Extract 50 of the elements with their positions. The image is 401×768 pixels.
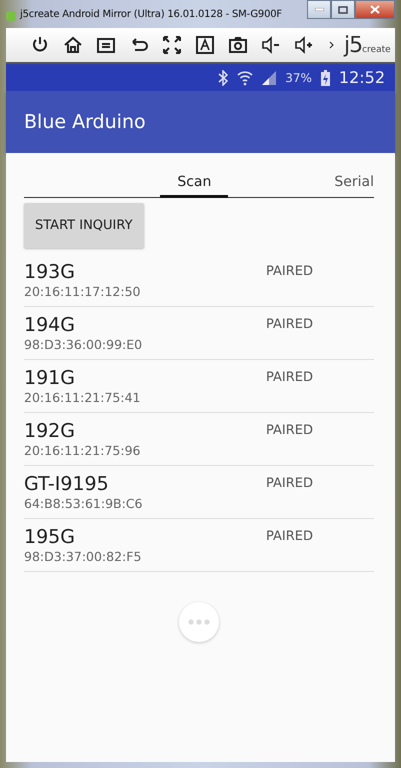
device-address: 20:16:11:17:12:50 xyxy=(24,284,142,299)
device-name: 192G xyxy=(24,420,76,442)
device-row[interactable]: 194G 98:D3:36:00:99:E0 PAIRED xyxy=(24,307,374,360)
wifi-icon xyxy=(237,70,254,86)
window-title: j5create Android Mirror (Ultra) 16.01.0128 - SM-G900F xyxy=(20,8,283,20)
pairing-status: PAIRED xyxy=(266,422,314,440)
device-row[interactable]: 192G 20:16:11:21:75:96 PAIRED xyxy=(24,413,374,466)
device-row[interactable]: 195G 98:D3:37:00:82:F5 PAIRED xyxy=(24,519,374,572)
device-row[interactable]: GT-I9195 64:B8:53:61:9B:C6 PAIRED xyxy=(24,466,374,519)
home-icon[interactable] xyxy=(63,35,83,55)
pairing-status: PAIRED xyxy=(266,316,314,334)
tab[interactable]: Scan xyxy=(160,173,228,198)
pairing-status: PAIRED xyxy=(266,263,314,281)
menu-icon[interactable] xyxy=(96,35,116,55)
app-title: Blue Arduino xyxy=(24,111,146,133)
device-name: 193G xyxy=(24,261,76,283)
tab[interactable]: Serial xyxy=(334,173,374,198)
start-inquiry-button[interactable]: START INQUIRY xyxy=(24,203,144,248)
device-address: 98:D3:37:00:82:F5 xyxy=(24,549,142,564)
keyboard-letter-icon[interactable] xyxy=(195,35,215,55)
bluetooth-icon xyxy=(218,70,228,86)
close-icon xyxy=(370,5,380,14)
pairing-status: PAIRED xyxy=(266,528,314,546)
fullscreen-icon[interactable] xyxy=(162,35,182,55)
maximize-icon xyxy=(338,6,348,14)
maximize-button[interactable] xyxy=(331,0,355,19)
device-row[interactable]: 193G 20:16:11:17:12:50 PAIRED xyxy=(24,254,374,307)
pairing-status: PAIRED xyxy=(266,475,314,493)
battery-percentage: 37% xyxy=(285,70,312,84)
logo: j5create xyxy=(344,32,391,58)
device-name: GT-I9195 xyxy=(24,473,110,495)
device-address: 64:B8:53:61:9B:C6 xyxy=(24,496,144,511)
device-address: 20:16:11:21:75:96 xyxy=(24,443,142,458)
minimize-icon xyxy=(314,8,324,11)
camera-icon[interactable] xyxy=(228,35,248,55)
minimize-button[interactable] xyxy=(307,0,331,19)
signal-icon xyxy=(262,70,276,84)
device-row[interactable]: 191G 20:16:11:21:75:41 PAIRED xyxy=(24,360,374,413)
device-name: 195G xyxy=(24,526,76,548)
pairing-status: PAIRED xyxy=(266,369,314,387)
device-name: 194G xyxy=(24,314,76,336)
more-icon xyxy=(188,619,210,625)
volume-up-icon[interactable] xyxy=(294,35,314,55)
device-address: 20:16:11:21:75:41 xyxy=(24,390,142,405)
device-name: 191G xyxy=(24,367,76,389)
status-time: 12:52 xyxy=(338,68,385,87)
close-button[interactable] xyxy=(355,0,395,19)
device-address: 98:D3:36:00:99:E0 xyxy=(24,337,144,352)
volume-down-icon[interactable] xyxy=(261,35,281,55)
battery-charging-icon xyxy=(320,70,330,86)
